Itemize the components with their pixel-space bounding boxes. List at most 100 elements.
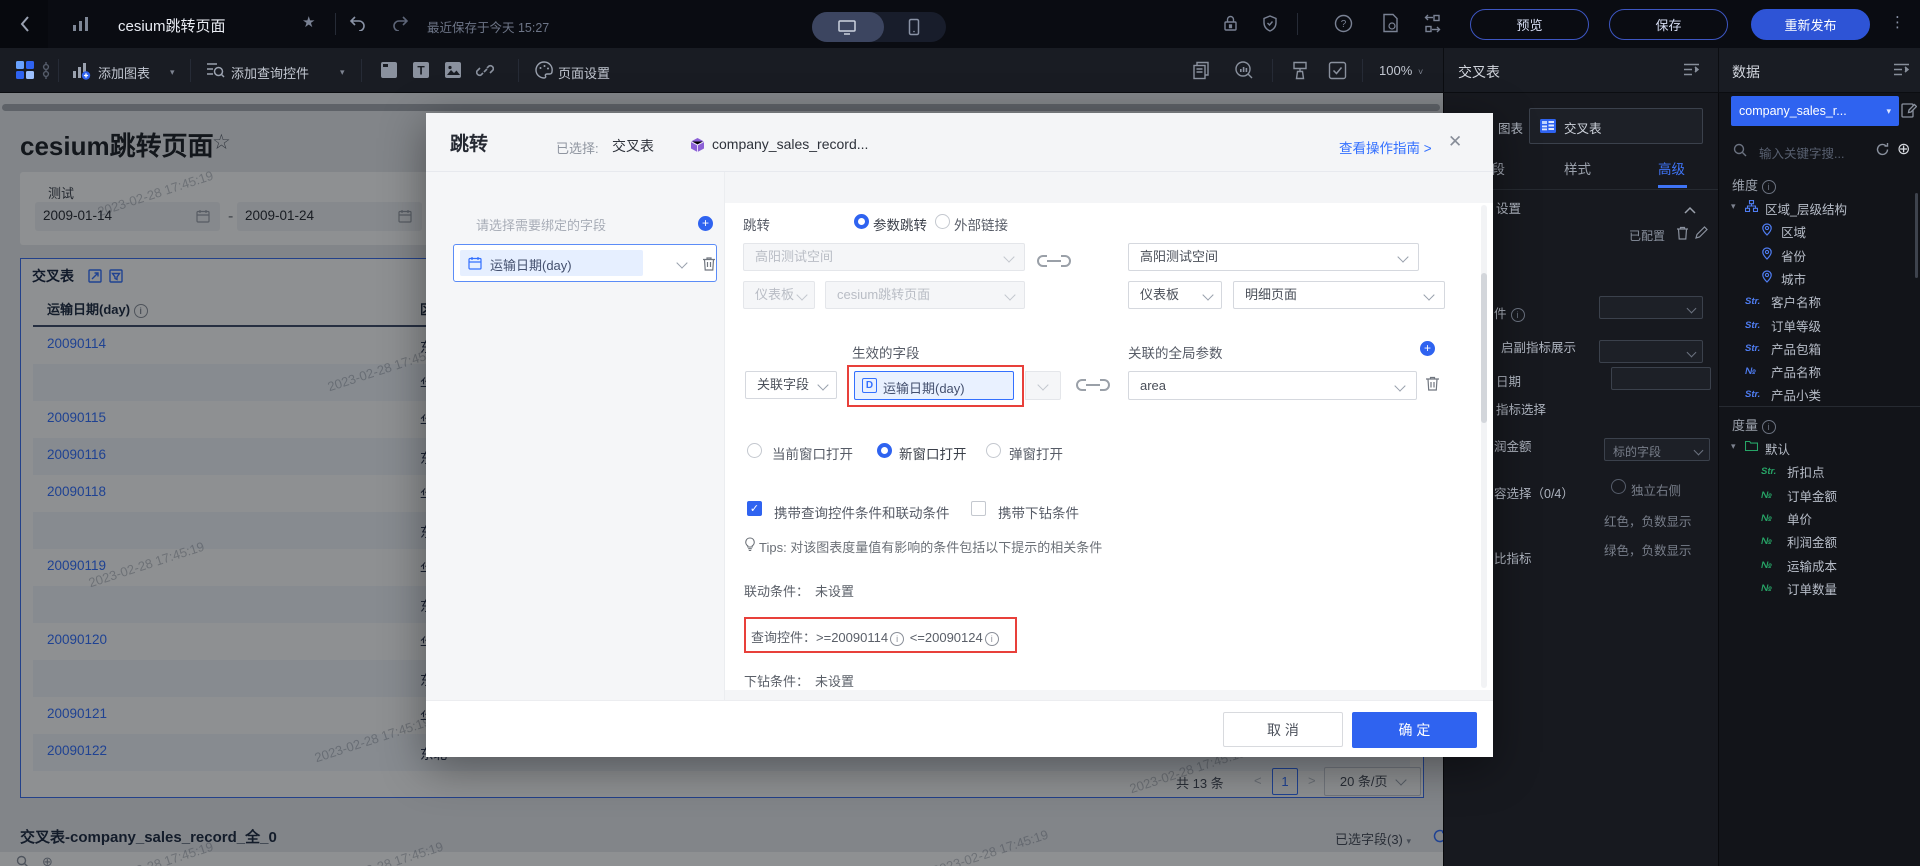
dimension-item[interactable]: 城市	[1719, 268, 1919, 290]
page-settings-button[interactable]: 页面设置	[558, 63, 610, 82]
chevron-down-icon[interactable]: ˅	[1418, 67, 1423, 77]
batch-select-icon[interactable]	[1328, 61, 1347, 85]
radio-param-jump-label[interactable]: 参数跳转	[873, 214, 927, 234]
confirm-button[interactable]: 确 定	[1352, 712, 1477, 748]
global-param-dropdown[interactable]: area	[1128, 371, 1417, 400]
desktop-icon[interactable]	[837, 19, 857, 41]
shield-icon[interactable]	[1262, 15, 1278, 37]
dimension-item[interactable]: 区域	[1719, 221, 1919, 243]
target-type-dropdown[interactable]: 仪表板	[1128, 281, 1222, 309]
checkbox-carry-query-label[interactable]: 携带查询控件条件和联动条件	[774, 502, 950, 522]
dimension-item[interactable]: Str. 订单等级	[1719, 315, 1919, 337]
dimension-item[interactable]: Str. 产品小类	[1719, 384, 1919, 406]
device-toggle[interactable]	[812, 12, 946, 42]
undo-icon[interactable]	[349, 15, 366, 36]
add-global-param-icon[interactable]: +	[1420, 341, 1435, 356]
checkbox-carry-drill-label[interactable]: 携带下钻条件	[998, 502, 1079, 522]
chart-type-dropdown[interactable]: 交叉表	[1529, 108, 1703, 144]
save-button[interactable]: 保存	[1609, 9, 1728, 40]
effective-field-chip[interactable]: D 运输日期(day)	[854, 371, 1014, 400]
chevron-down-icon[interactable]: ▾	[340, 67, 345, 78]
preview-button[interactable]: 预览	[1470, 9, 1589, 40]
chevron-down-icon[interactable]: ▾	[170, 67, 175, 78]
measure-item[interactable]: № 运输成本	[1719, 555, 1919, 577]
scrollbar-thumb[interactable]	[1481, 273, 1487, 423]
trash-icon[interactable]	[1425, 375, 1440, 396]
config-dropdown[interactable]: 标的字段	[1604, 438, 1710, 461]
text-widget-icon[interactable]: T	[412, 61, 430, 84]
dimension-item[interactable]: Str. 客户名称	[1719, 291, 1919, 313]
dataset-selector-button[interactable]: company_sales_r... ▾	[1731, 96, 1899, 126]
slider-control-icon[interactable]	[42, 62, 50, 84]
caret-down-icon[interactable]: ▾	[1731, 201, 1736, 212]
config-input[interactable]	[1611, 367, 1711, 390]
bound-field-chip[interactable]: 运输日期(day)	[460, 250, 643, 276]
measure-item[interactable]: № 订单金额	[1719, 485, 1919, 507]
caret-down-icon[interactable]: ▾	[1731, 441, 1736, 452]
measure-item[interactable]: Str. 折扣点	[1719, 461, 1919, 483]
edit-pencil-icon[interactable]	[1695, 226, 1708, 244]
trash-icon[interactable]	[702, 256, 716, 276]
dimension-item[interactable]: 省份	[1719, 245, 1919, 267]
radio-open-current-label[interactable]: 当前窗口打开	[772, 443, 853, 463]
checkbox-carry-query[interactable]: ✓	[747, 501, 762, 516]
lock-icon[interactable]	[1223, 15, 1238, 37]
mobile-icon[interactable]	[908, 18, 920, 41]
copy-icon[interactable]	[1192, 61, 1210, 85]
radio-external-link[interactable]	[935, 214, 950, 229]
dimension-item[interactable]: № 产品名称	[1719, 361, 1919, 383]
config-dropdown[interactable]	[1599, 340, 1703, 363]
more-menu-icon[interactable]: ⋮	[1890, 13, 1905, 31]
insight-icon[interactable]	[1234, 61, 1254, 85]
widget-library-icon[interactable]	[16, 61, 36, 85]
link-widget-icon[interactable]	[475, 61, 495, 84]
document-settings-icon[interactable]	[1382, 13, 1399, 38]
config-radio[interactable]	[1611, 479, 1626, 494]
collapse-panel-icon[interactable]	[1683, 62, 1700, 82]
measure-item[interactable]: ▾ 默认	[1719, 438, 1919, 460]
favorite-star-icon[interactable]: ★	[302, 13, 315, 31]
config-tab-3[interactable]: 高级	[1658, 158, 1685, 178]
redo-icon[interactable]	[392, 15, 409, 36]
measure-item[interactable]: № 单价	[1719, 508, 1919, 530]
dimension-item[interactable]: Str. 产品包箱	[1719, 338, 1919, 360]
radio-param-jump[interactable]	[854, 214, 869, 229]
refresh-icon[interactable]	[1875, 142, 1890, 162]
radio-external-link-label[interactable]: 外部链接	[954, 214, 1008, 234]
cancel-button[interactable]: 取 消	[1223, 712, 1343, 747]
config-tab-2[interactable]: 样式	[1564, 158, 1591, 178]
add-query-widget-button[interactable]: 添加查询控件	[231, 63, 309, 82]
help-icon[interactable]: ?	[1334, 14, 1353, 38]
add-bind-field-icon[interactable]: +	[698, 216, 713, 231]
zoom-level[interactable]: 100%	[1379, 63, 1412, 78]
search-input[interactable]: 输入关键字搜...	[1759, 143, 1844, 162]
checkbox-carry-drill[interactable]	[971, 501, 986, 516]
guide-link[interactable]: 查看操作指南 >	[1339, 137, 1432, 157]
image-widget-icon[interactable]	[444, 61, 462, 84]
edit-dataset-icon[interactable]	[1901, 102, 1918, 123]
collapse-section-icon[interactable]	[1684, 201, 1696, 219]
version-swap-icon[interactable]	[1422, 13, 1443, 39]
radio-open-popup[interactable]	[986, 443, 1001, 458]
radio-open-current[interactable]	[747, 443, 762, 458]
add-field-icon[interactable]: ⊕	[1897, 139, 1910, 159]
scrollbar-thumb[interactable]	[1915, 193, 1918, 278]
dimension-item[interactable]: ▾ 区域_层级结构	[1719, 198, 1919, 220]
config-dropdown[interactable]	[1599, 296, 1703, 319]
radio-open-new[interactable]	[877, 443, 892, 458]
target-space-dropdown[interactable]: 高阳测试空间	[1128, 243, 1419, 271]
close-icon[interactable]: ✕	[1448, 132, 1462, 152]
back-button[interactable]	[0, 0, 48, 48]
radio-open-new-label[interactable]: 新窗口打开	[899, 443, 967, 463]
trash-icon[interactable]	[1676, 226, 1689, 245]
target-page-dropdown[interactable]: 明细页面	[1233, 281, 1445, 309]
tab-widget-icon[interactable]	[380, 61, 398, 84]
radio-open-popup-label[interactable]: 弹窗打开	[1009, 443, 1063, 463]
add-chart-button[interactable]: 添加图表	[98, 63, 150, 82]
measure-item[interactable]: № 订单数量	[1719, 578, 1919, 600]
relation-field-dropdown[interactable]: 关联字段	[745, 371, 837, 399]
brush-icon[interactable]	[1291, 61, 1309, 85]
measure-item[interactable]: № 利润金额	[1719, 531, 1919, 553]
collapse-panel-icon[interactable]	[1893, 62, 1910, 82]
bound-field-box[interactable]: 运输日期(day)	[453, 244, 717, 282]
